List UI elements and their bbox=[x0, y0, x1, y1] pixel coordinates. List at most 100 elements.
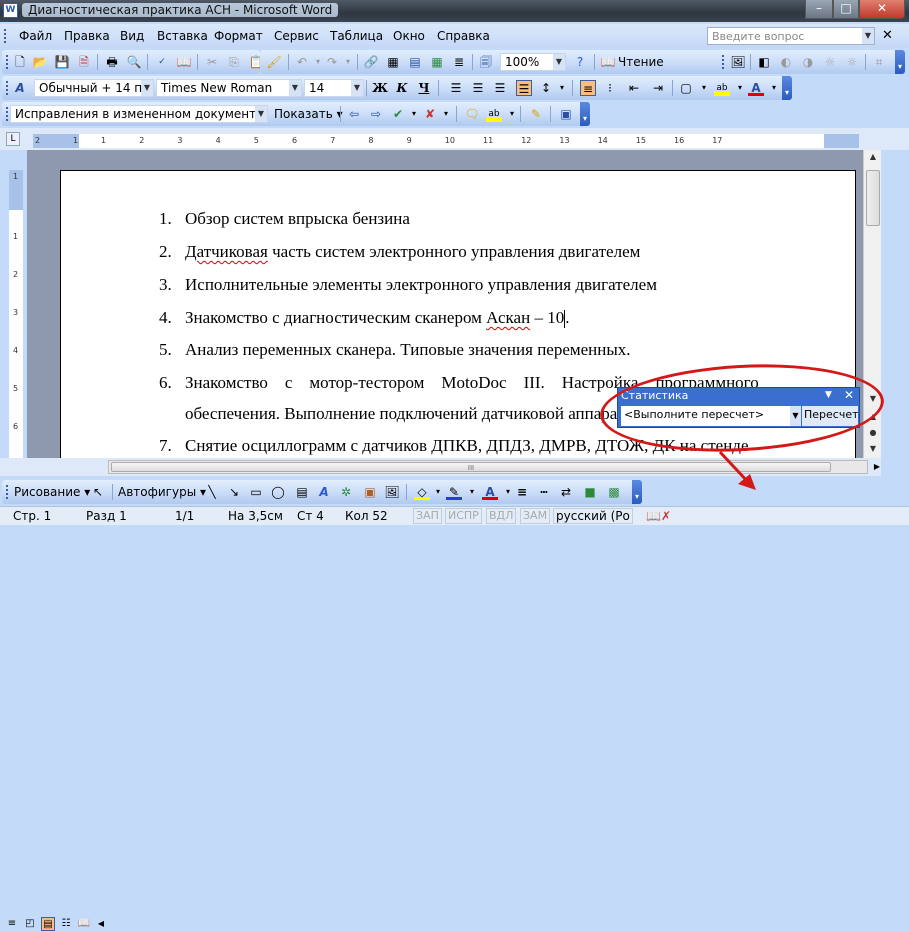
horizontal-scrollbar[interactable]: III bbox=[108, 460, 868, 474]
status-track-changes[interactable]: ИСПР bbox=[445, 508, 482, 524]
line-icon[interactable]: ╲ bbox=[204, 484, 220, 500]
chevron-down-icon[interactable]: ▾ bbox=[406, 106, 422, 122]
insert-picture-icon[interactable]: 🖼 bbox=[384, 484, 400, 500]
select-browse-object-icon[interactable]: ● bbox=[864, 428, 882, 442]
chevron-down-icon[interactable]: ▼ bbox=[862, 28, 874, 44]
status-extend[interactable]: ВДЛ bbox=[486, 508, 517, 524]
reading-layout-icon[interactable]: 📖 bbox=[77, 917, 91, 931]
insert-picture-icon[interactable]: 🖼 bbox=[730, 54, 746, 70]
columns-icon[interactable]: ≣ bbox=[451, 54, 467, 70]
scroll-left-icon[interactable]: ◀ bbox=[94, 917, 108, 931]
menu-tools[interactable]: Сервис bbox=[274, 29, 319, 43]
chevron-down-icon[interactable]: ▾ bbox=[732, 80, 748, 96]
redo-icon[interactable]: ↷ bbox=[324, 54, 340, 70]
status-overtype[interactable]: ЗАМ bbox=[520, 508, 551, 524]
close-document-icon[interactable]: ✕ bbox=[882, 28, 893, 43]
outline-view-icon[interactable]: ☷ bbox=[59, 917, 73, 931]
less-brightness-icon[interactable]: ☼ bbox=[844, 54, 860, 70]
chevron-down-icon[interactable]: ▾ bbox=[696, 80, 712, 96]
borders-icon[interactable]: ▢ bbox=[678, 80, 694, 96]
chevron-down-icon[interactable]: ▾ bbox=[554, 80, 570, 96]
scroll-thumb[interactable] bbox=[866, 170, 880, 226]
toolbar-options-icon[interactable]: ▾ bbox=[782, 76, 792, 100]
crop-icon[interactable]: ⌗ bbox=[871, 54, 887, 70]
arrow-style-icon[interactable]: ⇄ bbox=[558, 484, 574, 500]
toolbar-options-icon[interactable]: ▾ bbox=[895, 50, 905, 74]
misspelled-word[interactable]: Датчиковая bbox=[185, 242, 268, 261]
toolbar-grip[interactable] bbox=[6, 55, 9, 69]
toolbar-grip[interactable] bbox=[722, 55, 725, 69]
reviewing-pane-icon[interactable]: ▣ bbox=[558, 106, 574, 122]
reading-button[interactable]: Чтение bbox=[618, 55, 664, 69]
highlight-icon[interactable]: ab bbox=[714, 80, 730, 96]
chevron-down-icon[interactable]: ▾ bbox=[504, 106, 520, 122]
3d-style-icon[interactable]: ▩ bbox=[606, 484, 622, 500]
arrow-icon[interactable]: ↘ bbox=[226, 484, 242, 500]
normal-view-icon[interactable]: ≡ bbox=[5, 917, 19, 931]
menu-file[interactable]: Файл bbox=[19, 29, 52, 43]
align-center-icon[interactable]: ☰ bbox=[470, 80, 486, 96]
chevron-down-icon[interactable]: ▾ bbox=[438, 106, 454, 122]
misspelled-word[interactable]: Аскан bbox=[486, 308, 530, 327]
autoshapes-menu-button[interactable]: Автофигуры ▾ bbox=[118, 485, 206, 499]
bullets-icon[interactable]: ⁝ bbox=[602, 80, 618, 96]
chevron-down-icon[interactable]: ▼ bbox=[553, 54, 565, 70]
select-objects-icon[interactable]: ↖ bbox=[90, 484, 106, 500]
menu-view[interactable]: Вид bbox=[120, 29, 144, 43]
zoom-combo[interactable]: 100% ▼ bbox=[500, 53, 566, 71]
dash-style-icon[interactable]: ┅ bbox=[536, 484, 552, 500]
menu-table[interactable]: Таблица bbox=[330, 29, 383, 43]
chevron-down-icon[interactable]: ▼ bbox=[351, 80, 363, 96]
status-language[interactable]: русский (Ро bbox=[553, 508, 633, 524]
clip-art-icon[interactable]: ▣ bbox=[362, 484, 378, 500]
toolbar-grip[interactable] bbox=[4, 29, 7, 43]
maximize-button[interactable]: □ bbox=[833, 0, 859, 19]
minimize-button[interactable]: – bbox=[805, 0, 833, 19]
insert-excel-icon[interactable]: ▦ bbox=[429, 54, 445, 70]
align-right-icon[interactable]: ☰ bbox=[492, 80, 508, 96]
chevron-down-icon[interactable]: ▼ bbox=[289, 80, 301, 96]
font-combo[interactable]: Times New Roman ▼ bbox=[156, 79, 302, 97]
shadow-style-icon[interactable]: ■ bbox=[582, 484, 598, 500]
save-icon[interactable]: 💾 bbox=[54, 54, 70, 70]
fill-color-icon[interactable]: ◇ bbox=[414, 484, 430, 500]
reject-change-icon[interactable]: ✘ bbox=[422, 106, 438, 122]
permission-icon[interactable]: 🗎 bbox=[76, 54, 92, 70]
undo-icon[interactable]: ↶ bbox=[294, 54, 310, 70]
new-document-icon[interactable]: 🗋 bbox=[12, 54, 28, 70]
format-painter-icon[interactable]: 🖌 bbox=[266, 54, 282, 70]
decrease-indent-icon[interactable]: ⇤ bbox=[626, 80, 642, 96]
cut-icon[interactable]: ✂ bbox=[204, 54, 220, 70]
less-contrast-icon[interactable]: ◑ bbox=[800, 54, 816, 70]
bold-button[interactable]: Ж bbox=[372, 80, 388, 96]
more-brightness-icon[interactable]: ☼ bbox=[822, 54, 838, 70]
hyperlink-icon[interactable]: 🔗 bbox=[363, 54, 379, 70]
styles-formatting-icon[interactable]: A bbox=[12, 80, 28, 96]
spelling-status-icon[interactable]: 📖✗ bbox=[646, 509, 671, 523]
chevron-down-icon[interactable]: ▾ bbox=[766, 80, 782, 96]
toolbar-grip[interactable] bbox=[6, 485, 9, 499]
status-record-macro[interactable]: ЗАП bbox=[413, 508, 442, 524]
rectangle-icon[interactable]: ▭ bbox=[248, 484, 264, 500]
menu-format[interactable]: Формат bbox=[214, 29, 263, 43]
scroll-thumb[interactable]: III bbox=[111, 462, 831, 472]
help-question-input[interactable]: Введите вопрос ▼ bbox=[707, 27, 875, 45]
tab-selector[interactable]: L bbox=[6, 132, 20, 146]
new-comment-icon[interactable]: 🗨 bbox=[464, 106, 480, 122]
draw-menu-button[interactable]: Рисование ▾ bbox=[14, 485, 90, 499]
copy-icon[interactable]: ⎘ bbox=[226, 54, 242, 70]
chevron-down-icon[interactable]: ▾ bbox=[464, 484, 480, 500]
spelling-icon[interactable]: ✓ bbox=[154, 54, 170, 70]
color-icon[interactable]: ◧ bbox=[756, 54, 772, 70]
align-left-icon[interactable]: ☰ bbox=[448, 80, 464, 96]
toolbar-options-icon[interactable]: ▾ bbox=[632, 480, 642, 504]
line-spacing-icon[interactable]: ↕ bbox=[538, 80, 554, 96]
previous-change-icon[interactable]: ⇦ bbox=[346, 106, 362, 122]
next-page-icon[interactable]: ▼ bbox=[864, 444, 882, 458]
line-style-icon[interactable]: ≡ bbox=[514, 484, 530, 500]
diagram-icon[interactable]: ✲ bbox=[338, 484, 354, 500]
more-contrast-icon[interactable]: ◐ bbox=[778, 54, 794, 70]
font-color-icon[interactable]: A bbox=[482, 484, 498, 500]
print-layout-icon[interactable]: ▤ bbox=[41, 917, 55, 931]
horizontal-ruler[interactable]: 2 1 1 2 3 4 5 6 7 8 9 10 11 12 13 14 15 16 17 bbox=[33, 134, 859, 148]
